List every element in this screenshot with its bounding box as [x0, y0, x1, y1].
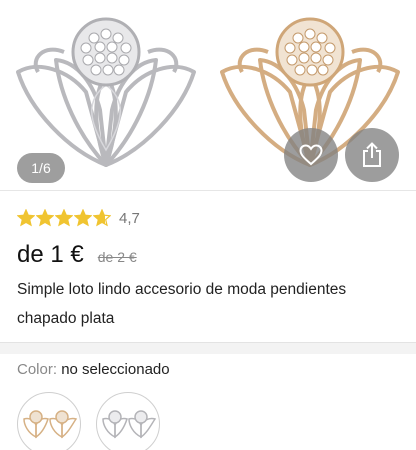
star-icon — [74, 209, 92, 227]
silver-swatch-image — [102, 410, 157, 439]
product-title: Simple loto lindo accesorio de moda pend… — [17, 281, 347, 327]
share-button[interactable] — [345, 128, 399, 182]
favorite-button[interactable] — [284, 128, 338, 182]
star-icon — [93, 209, 111, 227]
rating-value: 4,7 — [119, 209, 140, 227]
star-icon — [55, 209, 73, 227]
image-page-indicator: 1/6 — [17, 153, 65, 183]
price-row: de 1 € de 2 € — [17, 241, 137, 269]
color-value: no seleccionado — [61, 361, 170, 378]
heart-icon — [299, 144, 323, 166]
share-icon — [363, 142, 381, 167]
color-swatch-silver[interactable] — [96, 392, 160, 450]
rating[interactable]: 4,7 — [17, 209, 140, 227]
section-divider — [0, 342, 416, 354]
color-swatch-gold[interactable] — [17, 392, 81, 450]
color-label: Color: — [17, 361, 58, 378]
product-image-gallery[interactable]: 1/6 — [0, 0, 416, 190]
gold-swatch-image — [23, 410, 78, 439]
original-price: de 2 € — [97, 249, 137, 265]
current-price: de 1 € — [17, 241, 84, 268]
star-icon — [36, 209, 54, 227]
rating-stars — [17, 209, 111, 227]
star-icon — [17, 209, 35, 227]
color-selector-label: Color: no seleccionado — [17, 361, 170, 378]
silver-earring-image — [16, 17, 196, 167]
product-info: 4,7 de 1 € de 2 € Simple loto lindo acce… — [0, 190, 416, 342]
